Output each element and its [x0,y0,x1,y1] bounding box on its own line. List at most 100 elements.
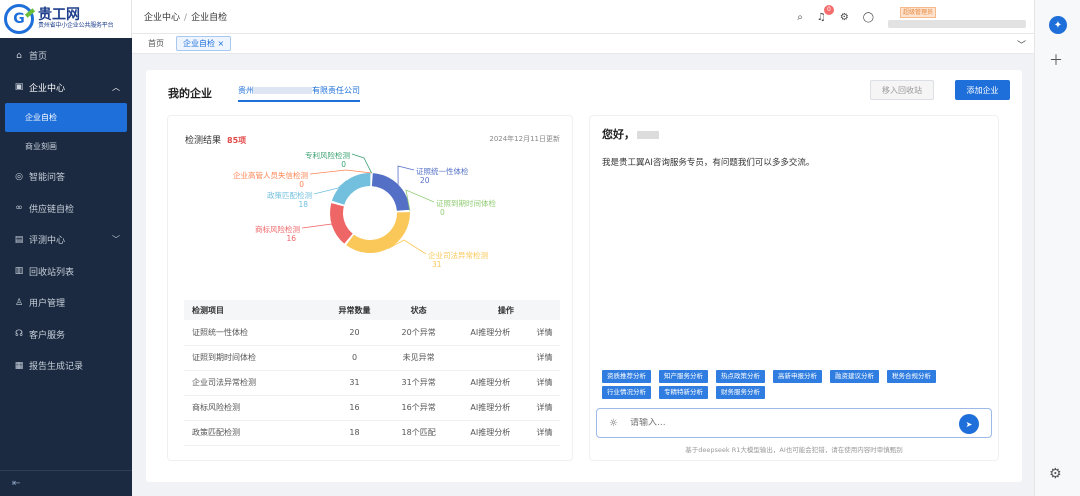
tab-label: 企业自检 [183,39,215,48]
send-icon: ➤ [965,419,973,429]
tab-home[interactable]: 首页 [142,37,170,50]
slice-label: 企业司法异常检测 [428,250,488,260]
label-leader-line [351,153,372,174]
donut-slice[interactable] [331,173,371,205]
sidebar-item-self-check[interactable]: 企业自检 [5,103,127,132]
chevron-down-icon[interactable]: ﹀ [1017,38,1026,51]
detail-link[interactable]: 详情 [528,345,560,371]
table-row: 证照到期时间体检 0 未见异常 详情 [184,345,560,371]
sidebar-item-label: 商业刻画 [25,142,57,151]
slice-value-label: 0 [341,160,346,169]
quick-chip[interactable]: 融资建议分析 [830,370,879,383]
sidebar-item-label: 用户管理 [29,299,66,310]
question-input[interactable] [629,418,930,428]
sidebar-item-label: 报告生成记录 [29,362,84,373]
quick-chip[interactable]: 高新申报分析 [773,370,822,383]
detail-link[interactable]: 详情 [528,370,560,396]
donut-slice[interactable] [371,173,410,211]
search-icon[interactable]: ⌕ [797,12,803,23]
sidebar-item-label: 智能问答 [29,173,66,184]
row-count: 20 [323,320,386,346]
slice-label: 专利风险检测 [305,152,350,160]
sidebar-item-label: 企业中心 [29,83,66,94]
table-row: 企业司法异常检测 31 31个异常 AI推理分析 详情 [184,370,560,396]
donut-slice[interactable] [330,203,353,244]
ai-analysis-link[interactable] [451,345,529,371]
table-row: 证照统一性体检 20 20个异常 AI推理分析 详情 [184,320,560,346]
right-rail: ✦ ＋ ⚙ [1034,0,1080,496]
move-to-recycle-button[interactable]: 移入回收站 [870,80,934,100]
label-leader-line [405,189,435,211]
quick-chip[interactable]: 热点政策分析 [716,370,765,383]
plus-icon[interactable]: ＋ [1049,50,1063,70]
slice-label: 企业高管人员失信检测 [233,170,308,180]
quick-chip[interactable]: 专精特新分析 [659,386,708,399]
avatar[interactable]: ◯ [863,12,874,23]
slice-label: 证照到期时间体检 [436,198,496,208]
quick-chip[interactable]: 行业情况分析 [602,386,651,399]
notification-badge: 0 [824,4,834,15]
quick-chip[interactable]: 财务服务分析 [716,386,765,399]
bell-icon[interactable]: ♫ 0 [817,4,834,23]
sidebar-item-enterprise-center[interactable]: ▣ 企业中心 ︿ [0,72,132,104]
quick-chip[interactable]: 知产服务分析 [659,370,708,383]
tab-self-check[interactable]: 企业自检 × [176,36,232,51]
update-date: 2024年12月11日更新 [489,135,560,143]
sidebar-item-report-records[interactable]: ▦ 报告生成记录 [0,350,132,382]
sidebar-item-label: 供应链自检 [29,204,75,215]
close-icon[interactable]: × [218,39,225,48]
logo[interactable]: G 贵工网 贵州省中小企业公共服务平台 [0,0,132,38]
report-icon: ▦ [14,360,24,371]
breadcrumb-item[interactable]: 企业中心 [144,13,180,23]
sidebar-item-home[interactable]: ⌂ 首页 [0,40,132,72]
slice-value-label: 0 [299,180,304,189]
donut-slice[interactable] [346,212,410,253]
role-badge: 超级管理员 [900,6,936,18]
slice-label: 证照统一性体检 [416,166,469,176]
row-count: 18 [323,420,386,446]
detail-link[interactable]: 详情 [528,395,560,421]
col-header-count: 异常数量 [323,300,386,320]
slice-value-label: 0 [440,208,445,217]
assistant-icon[interactable]: ✦ [1049,16,1067,34]
collapse-sidebar-button[interactable]: ⇤ [0,470,132,496]
greeting: 您好， [602,126,659,142]
sidebar-nav: ⌂ 首页 ▣ 企业中心 ︿ 企业自检 商业刻画 ◎ 智能问答 ∞ 供应链自检 ▤ 评测中心 ﹀… [0,38,132,382]
topbar: 企业中心 / 企业自检 ⌕ ♫ 0 ⚙ ◯ 超级管理员 [132,0,1034,34]
collapse-icon: ⇤ [12,478,21,489]
ai-analysis-link[interactable]: AI推理分析 [451,395,529,421]
quick-chip[interactable]: 税务合规分析 [887,370,936,383]
company-tab[interactable]: 贵州 有限责任公司 [238,85,360,102]
detail-link[interactable]: 详情 [528,420,560,446]
sidebar-item-evaluation[interactable]: ▤ 评测中心 ﹀ [0,224,132,256]
send-button[interactable]: ➤ [959,414,979,434]
sidebar-item-customer-service[interactable]: ☊ 客户服务 [0,319,132,351]
gear-icon[interactable]: ⚙ [1049,466,1062,482]
sidebar-item-business-profile[interactable]: 商业刻画 [0,132,132,161]
add-company-button[interactable]: 添加企业 [955,80,1010,100]
col-header-action: 操作 [451,300,560,320]
user-name-redacted [637,131,659,139]
company-prefix: 贵州 [238,85,254,95]
detail-link[interactable]: 详情 [528,320,560,346]
sidebar-item-recycle-bin[interactable]: ▥ 回收站列表 [0,256,132,288]
user-info[interactable]: 超级管理员 [888,6,1026,28]
sidebar: G 贵工网 贵州省中小企业公共服务平台 ⌂ 首页 ▣ 企业中心 ︿ 企业自检 商业刻画… [0,0,132,496]
sidebar-item-smart-qa[interactable]: ◎ 智能问答 [0,161,132,193]
row-count: 16 [323,395,386,421]
lightbulb-icon[interactable]: ☼ [609,418,618,429]
sidebar-item-user-management[interactable]: ♙ 用户管理 [0,287,132,319]
row-status: 未见异常 [385,345,452,371]
label-leader-line [301,223,333,229]
slice-value-label: 20 [420,176,430,185]
ai-analysis-link[interactable]: AI推理分析 [451,370,529,396]
ai-analysis-link[interactable]: AI推理分析 [451,420,529,446]
breadcrumb: 企业中心 / 企业自检 [144,13,228,23]
quick-chip[interactable]: 资质推荐分析 [602,370,651,383]
gear-icon[interactable]: ⚙ [840,12,849,23]
sidebar-item-supply-chain[interactable]: ∞ 供应链自检 [0,193,132,225]
user-name-redacted [888,19,1026,28]
table-row: 商标风险检测 16 16个异常 AI推理分析 详情 [184,395,560,421]
ai-analysis-link[interactable]: AI推理分析 [451,320,529,346]
trash-icon: ▥ [14,266,24,277]
